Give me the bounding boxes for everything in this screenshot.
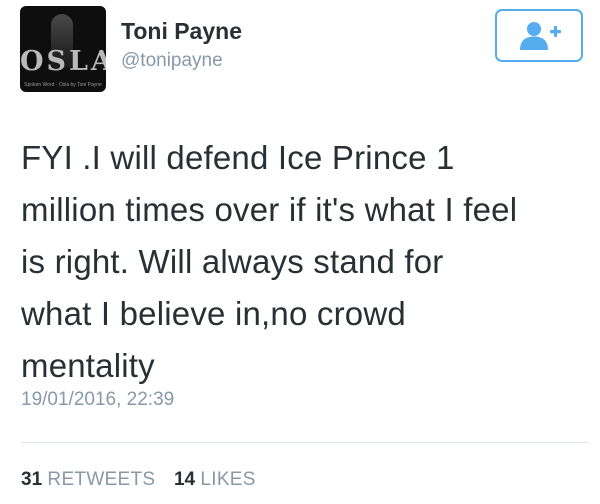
follow-user-plus-icon (520, 22, 561, 50)
tweet-timestamp[interactable]: 19/01/2016, 22:39 (21, 389, 174, 411)
retweets-stat[interactable]: 31 RETWEETS (21, 469, 161, 490)
likes-stat[interactable]: 14 LIKES (174, 469, 256, 490)
retweets-count: 31 (21, 469, 43, 490)
divider (21, 442, 588, 443)
tweet-stats: 31 RETWEETS 14 LIKES (21, 469, 256, 491)
user-handle[interactable]: @tonipayne (121, 50, 223, 72)
tweet-card: OSLA Spoken Word · Osla by Toni Payne To… (0, 0, 600, 504)
retweets-label: RETWEETS (47, 469, 156, 490)
avatar[interactable]: OSLA Spoken Word · Osla by Toni Payne (20, 6, 106, 92)
follow-button[interactable] (495, 9, 583, 62)
avatar-logo: OSLA (20, 46, 106, 77)
likes-label: LIKES (200, 469, 256, 490)
likes-count: 14 (173, 469, 196, 490)
user-name[interactable]: Toni Payne (121, 18, 242, 45)
tweet-text: FYI .I will defend Ice Prince 1 million … (21, 139, 518, 384)
avatar-caption: Spoken Word · Osla by Toni Payne (24, 82, 102, 88)
